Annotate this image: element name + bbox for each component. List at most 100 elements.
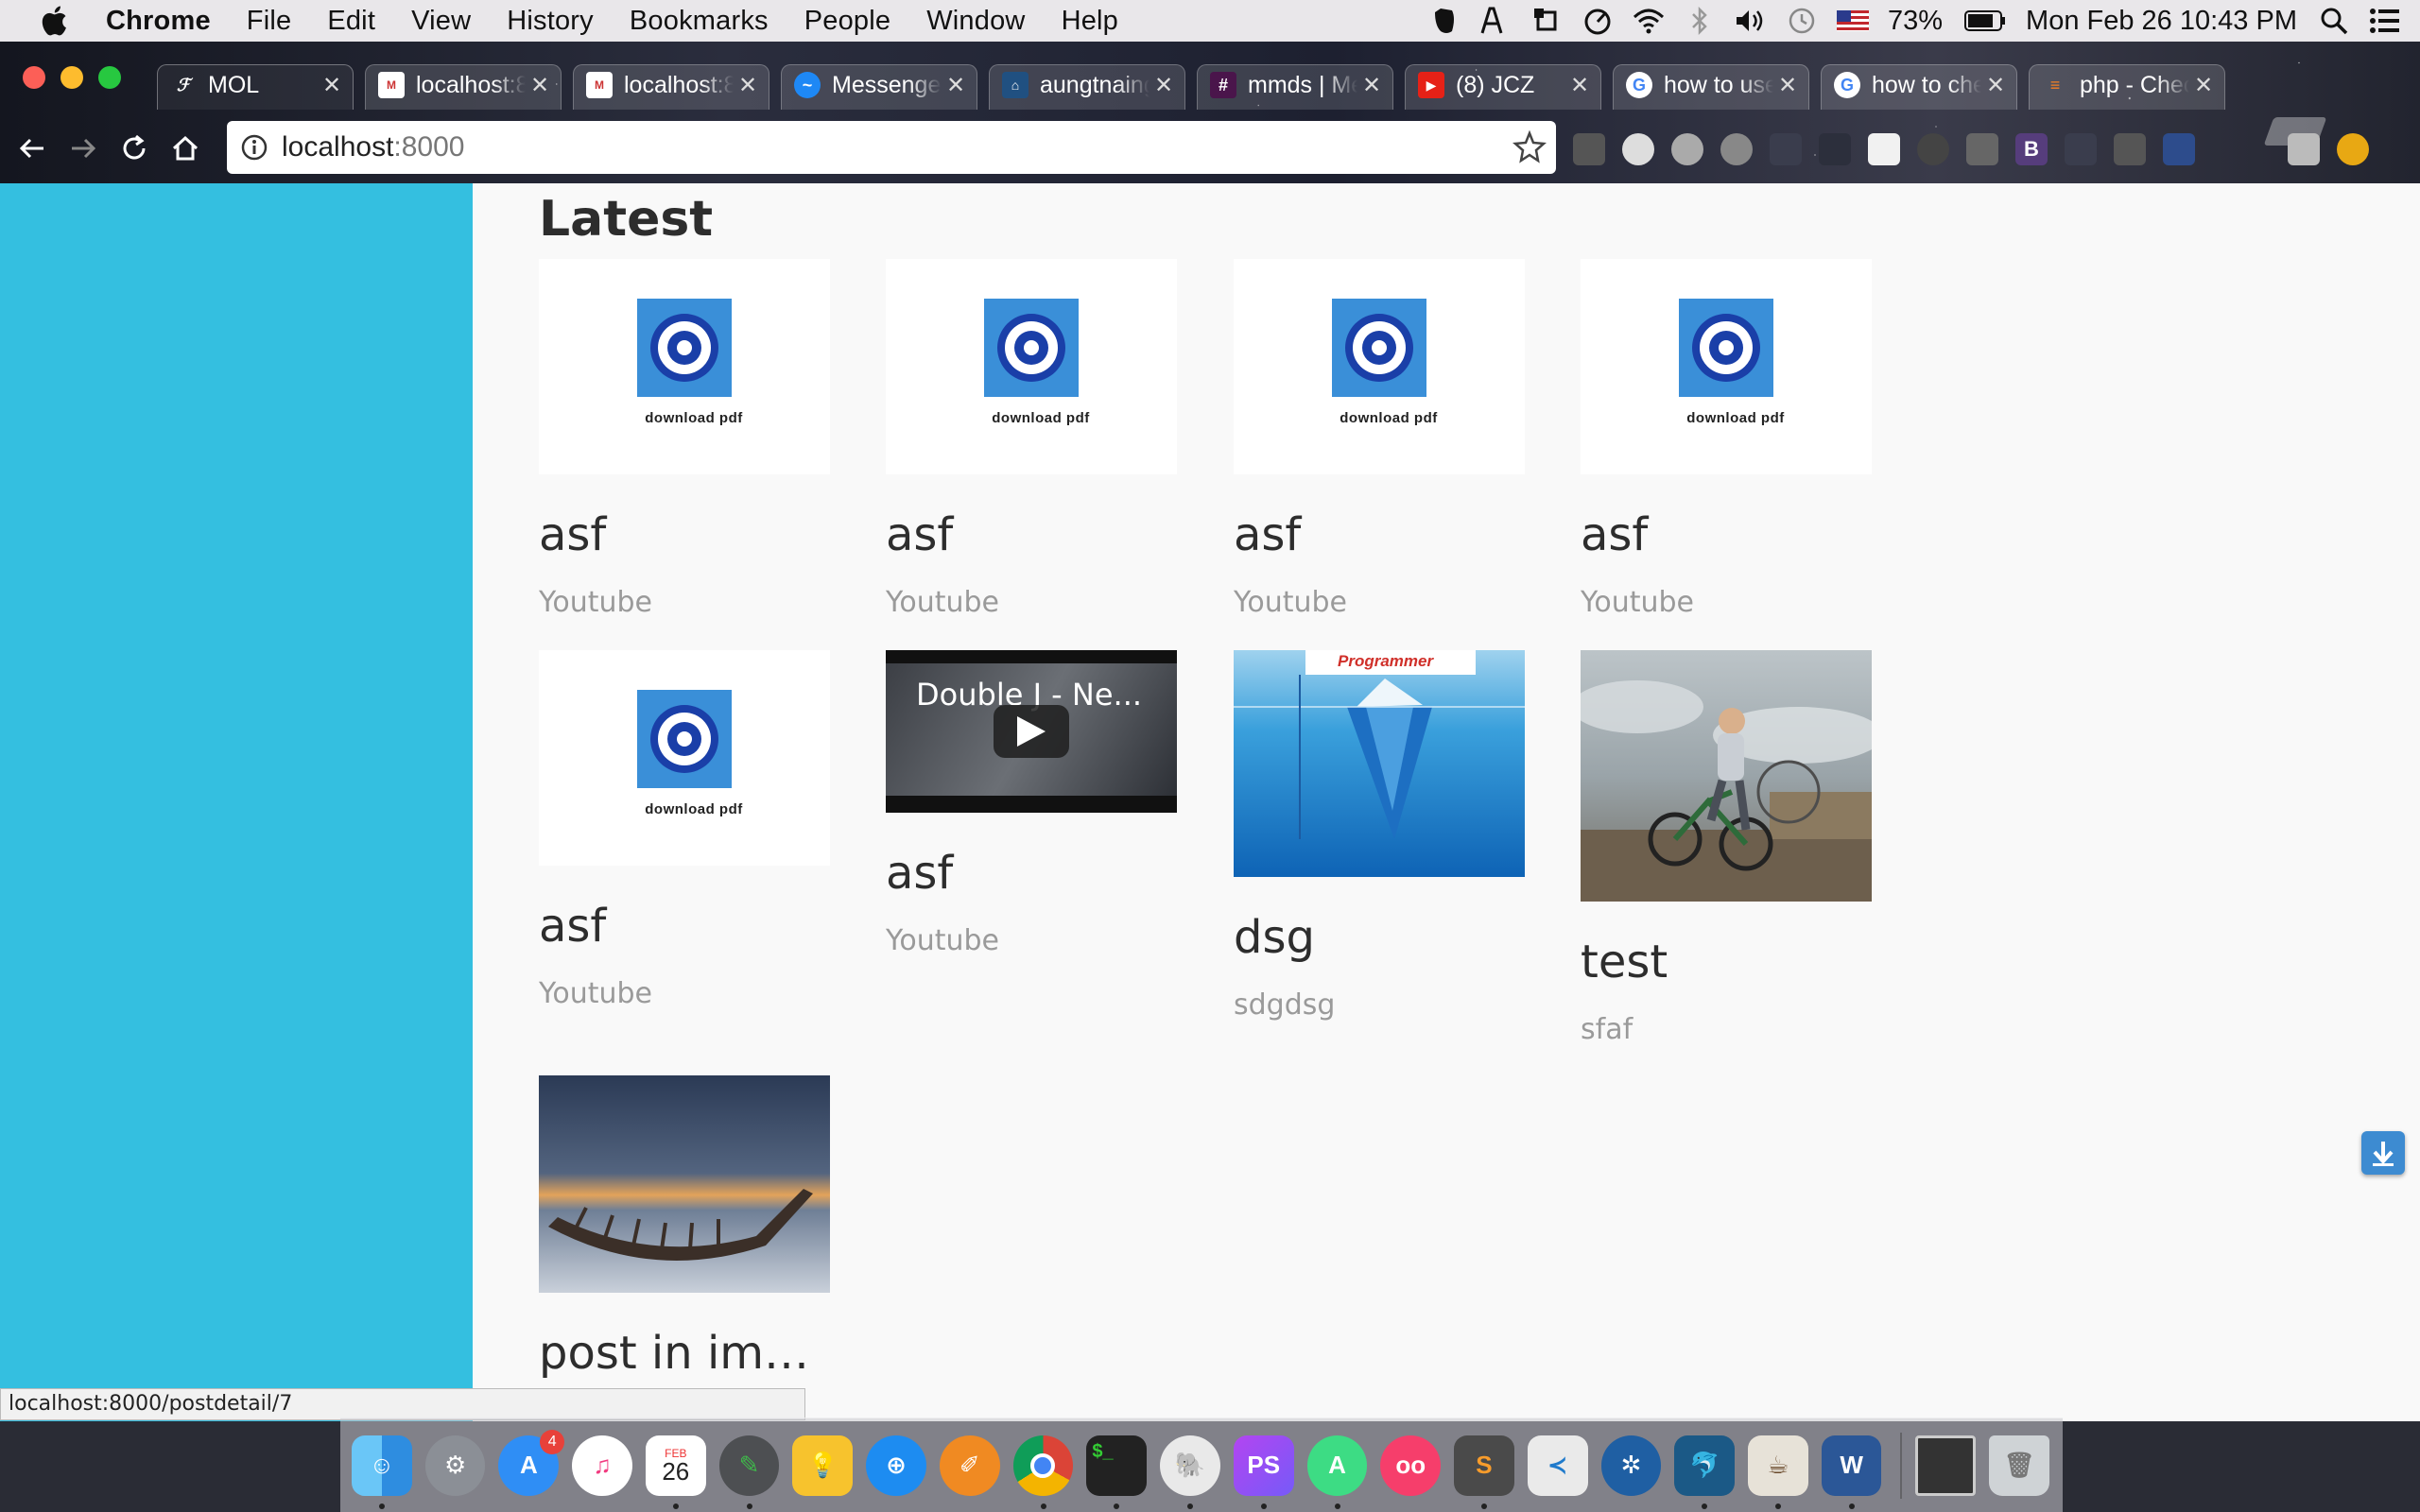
- safari-dock-icon[interactable]: ⊕: [866, 1435, 926, 1496]
- extension-icon[interactable]: [1720, 133, 1753, 165]
- close-tab-icon[interactable]: ✕: [1150, 72, 1178, 99]
- post-card[interactable]: download pdf asf Youtube: [886, 259, 1177, 619]
- post-card[interactable]: Double J - Ne... asf Youtube: [886, 650, 1177, 957]
- post-title[interactable]: asf: [886, 847, 1179, 900]
- tab-google-2[interactable]: G how to check ✕: [1815, 60, 2023, 110]
- coffee-dock-icon[interactable]: ☕: [1748, 1435, 1808, 1509]
- maximize-window-button[interactable]: [98, 66, 121, 89]
- system-preferences-dock-icon[interactable]: ⚙: [424, 1435, 486, 1496]
- post-title[interactable]: dsg: [1234, 911, 1527, 964]
- chrome-dock-icon[interactable]: [1012, 1435, 1074, 1509]
- terminal-dock-icon[interactable]: $_: [1086, 1435, 1148, 1509]
- tableplus-dock-icon[interactable]: 🐘: [1160, 1435, 1220, 1509]
- tab-bitbucket[interactable]: ⌂ aungtnaing ✕: [983, 60, 1191, 110]
- close-tab-icon[interactable]: ✕: [942, 72, 970, 99]
- close-tab-icon[interactable]: ✕: [1981, 72, 2010, 99]
- sourcetree-dock-icon[interactable]: ✲: [1600, 1435, 1662, 1496]
- close-tab-icon[interactable]: ✕: [1357, 72, 1386, 99]
- post-title[interactable]: asf: [539, 900, 832, 953]
- bluetooth-icon[interactable]: [1684, 7, 1716, 35]
- scroll-down-button[interactable]: [2361, 1131, 2405, 1175]
- extension-icon[interactable]: [2114, 133, 2146, 165]
- post-thumbnail-iceberg[interactable]: Programmer: [1234, 650, 1525, 877]
- itunes-dock-icon[interactable]: ♫: [572, 1435, 632, 1496]
- clock[interactable]: Mon Feb 26 10:43 PM: [2026, 6, 2297, 37]
- minimize-window-button[interactable]: [60, 66, 83, 89]
- tab-localhost-2[interactable]: M localhost:8000 ✕: [567, 60, 775, 110]
- android-studio-dock-icon[interactable]: A: [1306, 1435, 1368, 1509]
- close-tab-icon[interactable]: ✕: [734, 72, 762, 99]
- post-title[interactable]: asf: [1234, 508, 1527, 561]
- tab-localhost-1[interactable]: M localhost:8000 ✕: [359, 60, 567, 110]
- extension-icon[interactable]: [1819, 133, 1851, 165]
- post-thumbnail-pdf[interactable]: download pdf: [539, 259, 830, 474]
- calendar-dock-icon[interactable]: FEB 26: [645, 1435, 706, 1509]
- post-title[interactable]: asf: [886, 508, 1179, 561]
- tips-dock-icon[interactable]: 💡: [792, 1435, 854, 1496]
- evernote-dock-icon[interactable]: ✎: [718, 1435, 780, 1509]
- close-tab-icon[interactable]: ✕: [318, 72, 346, 99]
- extension-icon[interactable]: [1770, 133, 1802, 165]
- extension-icon[interactable]: [1917, 133, 1949, 165]
- post-card[interactable]: download pdf asf Youtube: [539, 650, 830, 1010]
- menu-app-name[interactable]: Chrome: [106, 6, 211, 37]
- battery-icon[interactable]: [1963, 7, 2007, 35]
- site-info-icon[interactable]: [240, 133, 268, 162]
- spotlight-icon[interactable]: [2318, 7, 2350, 35]
- extension-icon[interactable]: [2163, 133, 2195, 165]
- app-store-dock-icon[interactable]: A4: [498, 1429, 565, 1496]
- post-card[interactable]: download pdf asf Youtube: [1234, 259, 1525, 619]
- extension-icon[interactable]: [1671, 133, 1703, 165]
- menu-edit[interactable]: Edit: [327, 6, 375, 37]
- text-input-icon[interactable]: [1479, 7, 1512, 35]
- forward-button[interactable]: [64, 129, 102, 167]
- post-card[interactable]: Programmer dsg sdgdsg: [1234, 650, 1525, 1022]
- sublime-text-dock-icon[interactable]: S: [1454, 1435, 1514, 1509]
- wifi-icon[interactable]: [1633, 7, 1665, 35]
- close-tab-icon[interactable]: ✕: [2189, 72, 2218, 99]
- back-button[interactable]: [13, 129, 51, 167]
- extension-icon[interactable]: [1573, 133, 1605, 165]
- post-thumbnail-video[interactable]: Double J - Ne...: [886, 650, 1177, 813]
- reload-button[interactable]: [115, 129, 153, 167]
- extension-icon[interactable]: [2065, 133, 2097, 165]
- evernote-status-icon[interactable]: [1428, 7, 1461, 35]
- menu-bookmarks[interactable]: Bookmarks: [630, 6, 769, 37]
- post-thumbnail-pdf[interactable]: download pdf: [1234, 259, 1525, 474]
- post-title[interactable]: asf: [1581, 508, 1874, 561]
- time-machine-icon[interactable]: [1786, 7, 1818, 35]
- word-dock-icon[interactable]: W: [1821, 1435, 1882, 1509]
- window-dock-icon[interactable]: [1915, 1435, 1977, 1496]
- close-window-button[interactable]: [23, 66, 45, 89]
- download-extension-icon[interactable]: [2288, 133, 2320, 165]
- us-flag-icon[interactable]: [1837, 7, 1869, 35]
- flickr-dock-icon[interactable]: oo: [1380, 1435, 1442, 1496]
- tab-messenger[interactable]: ~ Messenger ✕: [775, 60, 983, 110]
- bookmark-star-icon[interactable]: [1512, 130, 1547, 164]
- home-button[interactable]: [166, 129, 204, 167]
- menu-help[interactable]: Help: [1062, 6, 1118, 37]
- crop-icon[interactable]: [1530, 7, 1563, 35]
- close-tab-icon[interactable]: ✕: [1773, 72, 1802, 99]
- menu-file[interactable]: File: [247, 6, 292, 37]
- post-title[interactable]: test: [1581, 936, 1874, 988]
- volume-icon[interactable]: [1735, 7, 1767, 35]
- post-thumbnail-pdf[interactable]: download pdf: [1581, 259, 1872, 474]
- pages-dock-icon[interactable]: ✐: [939, 1435, 1000, 1496]
- post-thumbnail-boat[interactable]: [539, 1075, 830, 1293]
- phpstorm-dock-icon[interactable]: PS: [1233, 1435, 1294, 1509]
- apple-logo-icon[interactable]: [38, 3, 74, 39]
- speedometer-icon[interactable]: [1582, 7, 1614, 35]
- post-card[interactable]: download pdf asf Youtube: [539, 259, 830, 619]
- bootstrap-extension-icon[interactable]: B: [2015, 133, 2048, 165]
- mysql-workbench-dock-icon[interactable]: 🐬: [1674, 1435, 1735, 1509]
- extension-icon[interactable]: [2337, 133, 2369, 165]
- trash-dock-icon[interactable]: 🗑: [1989, 1435, 2049, 1496]
- post-thumbnail-pdf[interactable]: download pdf: [886, 259, 1177, 474]
- menu-history[interactable]: History: [507, 6, 594, 37]
- post-title[interactable]: post in ima...: [539, 1327, 832, 1380]
- post-card[interactable]: download pdf asf Youtube: [1581, 259, 1872, 619]
- extension-icon[interactable]: [1868, 133, 1900, 165]
- post-card[interactable]: test sfaf: [1581, 650, 1872, 1046]
- tab-youtube[interactable]: ▶ (8) JCZ ✕: [1399, 60, 1607, 110]
